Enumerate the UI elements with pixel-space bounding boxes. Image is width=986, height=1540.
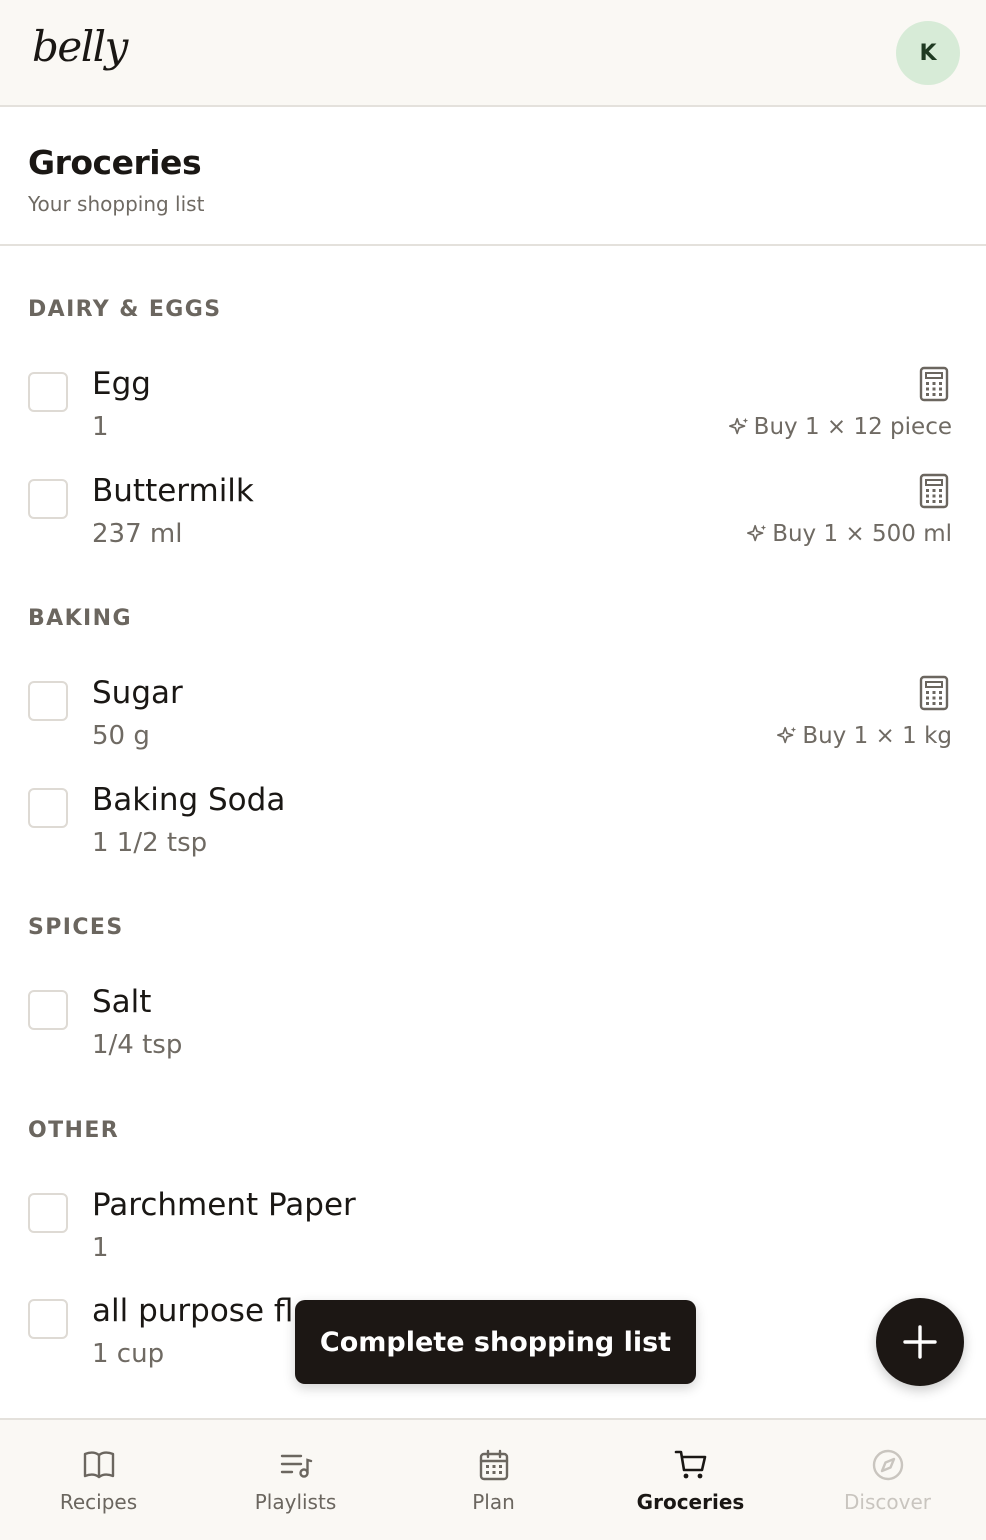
calculator-icon[interactable]	[918, 366, 950, 402]
bottom-nav: Recipes Playlists Plan Groceries Discove…	[0, 1418, 986, 1540]
page-header: Groceries Your shopping list	[0, 107, 986, 246]
item-quantity: 1/4 tsp	[92, 1030, 183, 1060]
section-title-spices: SPICES	[28, 915, 124, 940]
nav-item-groceries[interactable]: Groceries	[592, 1420, 789, 1540]
item-name: Baking Soda	[92, 782, 286, 818]
item-checkbox[interactable]	[28, 990, 68, 1030]
nav-item-playlists[interactable]: Playlists	[197, 1420, 394, 1540]
item-name: Buttermilk	[92, 473, 254, 509]
item-quantity: 50 g	[92, 721, 150, 751]
complete-shopping-list-button[interactable]: Complete shopping list	[295, 1300, 696, 1384]
item-checkbox[interactable]	[28, 681, 68, 721]
item-name: Sugar	[92, 675, 183, 711]
buy-suggestion: Buy 1 × 500 ml	[746, 521, 952, 547]
app-logo[interactable]: belly	[32, 22, 128, 71]
list-item: Salt 1/4 tsp	[0, 984, 986, 1084]
section-title-other: OTHER	[28, 1118, 120, 1143]
page-subtitle: Your shopping list	[28, 192, 205, 216]
section-title-dairy-eggs: DAIRY & EGGS	[28, 297, 222, 322]
sparkle-icon	[728, 417, 748, 435]
list-item: Parchment Paper 1	[0, 1187, 986, 1287]
cart-icon	[674, 1450, 706, 1479]
item-quantity: 1 cup	[92, 1339, 165, 1369]
nav-item-recipes[interactable]: Recipes	[0, 1420, 197, 1540]
calendar-icon	[479, 1449, 508, 1481]
item-checkbox[interactable]	[28, 372, 68, 412]
list-item: Buttermilk 237 ml Buy 1 × 500 ml	[0, 473, 986, 573]
buy-suggestion-text: Buy 1 × 12 piece	[753, 414, 952, 440]
top-bar: belly K	[0, 0, 986, 107]
playlist-icon	[280, 1454, 312, 1478]
item-quantity: 237 ml	[92, 519, 183, 549]
book-icon	[83, 1451, 114, 1479]
sparkle-icon	[777, 726, 797, 744]
nav-label: Recipes	[59, 1490, 138, 1514]
buy-suggestion: Buy 1 × 1 kg	[776, 723, 952, 749]
calculator-icon[interactable]	[918, 675, 950, 711]
nav-label: Playlists	[254, 1490, 337, 1514]
item-name: Salt	[92, 984, 152, 1020]
buy-suggestion-text: Buy 1 × 1 kg	[802, 723, 952, 749]
item-checkbox[interactable]	[28, 1299, 68, 1339]
sparkle-icon	[747, 524, 767, 542]
list-item: Sugar 50 g Buy 1 × 1 kg	[0, 675, 986, 775]
item-quantity: 1	[92, 412, 109, 442]
nav-label: Plan	[472, 1490, 515, 1514]
item-checkbox[interactable]	[28, 1193, 68, 1233]
user-avatar[interactable]: K	[896, 21, 960, 85]
add-item-button[interactable]	[876, 1298, 964, 1386]
section-title-baking: BAKING	[28, 606, 132, 631]
item-checkbox[interactable]	[28, 788, 68, 828]
nav-item-plan[interactable]: Plan	[395, 1420, 592, 1540]
nav-item-discover[interactable]: Discover	[789, 1420, 986, 1540]
list-item: Baking Soda 1 1/2 tsp	[0, 782, 986, 882]
item-checkbox[interactable]	[28, 479, 68, 519]
item-name: Parchment Paper	[92, 1187, 356, 1223]
list-item: Egg 1 Buy 1 × 12 piece	[0, 366, 986, 466]
page-title: Groceries	[28, 143, 202, 182]
grocery-list: DAIRY & EGGS Egg 1 Buy 1 × 12 piece Butt…	[0, 246, 986, 1418]
nav-label: Groceries	[636, 1490, 745, 1514]
item-quantity: 1	[92, 1233, 109, 1263]
groceries-screen: belly K Groceries Your shopping list DAI…	[0, 0, 986, 1540]
item-quantity: 1 1/2 tsp	[92, 828, 208, 858]
nav-label: Discover	[844, 1490, 931, 1514]
item-name: Egg	[92, 366, 151, 402]
plus-icon	[903, 1325, 937, 1359]
buy-suggestion-text: Buy 1 × 500 ml	[772, 521, 952, 547]
buy-suggestion: Buy 1 × 12 piece	[728, 414, 952, 440]
compass-icon	[872, 1449, 903, 1481]
calculator-icon[interactable]	[918, 473, 950, 509]
